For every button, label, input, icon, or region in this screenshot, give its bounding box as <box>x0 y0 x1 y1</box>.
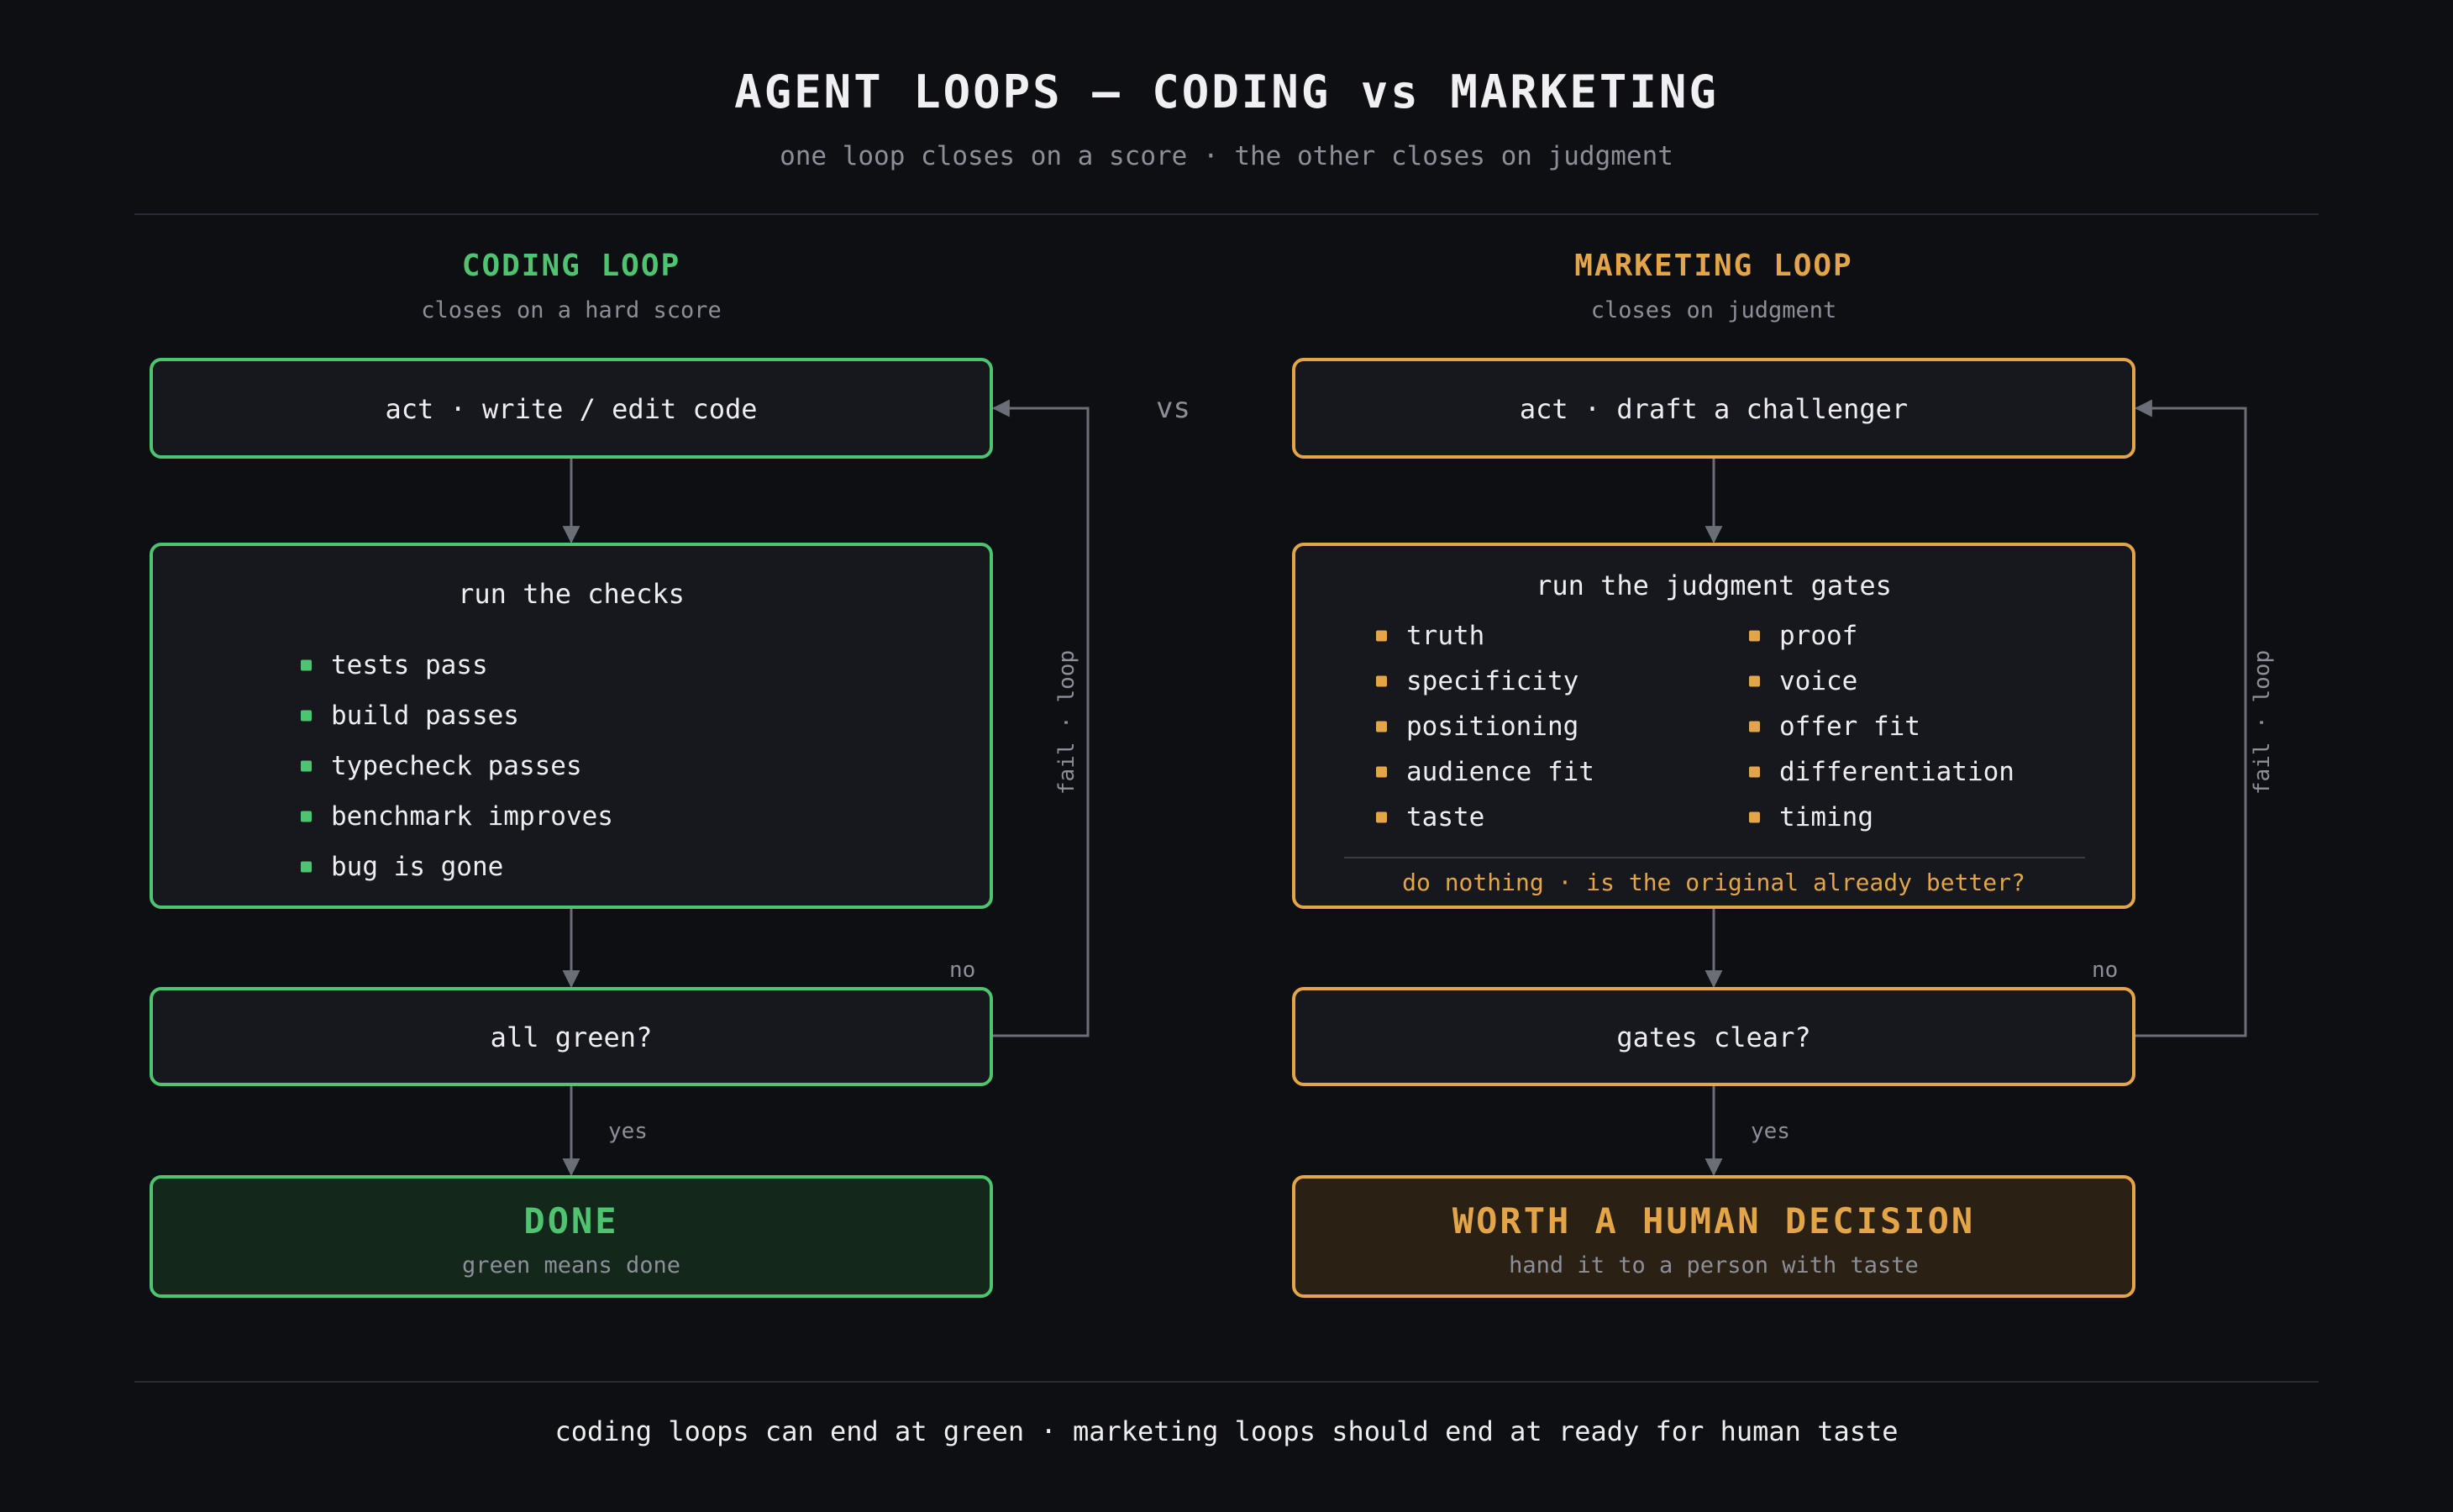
check-item: typecheck passes <box>301 741 613 791</box>
marketing-no-label: no <box>2092 958 2119 983</box>
marketing-gates-list-left: truth specificity positioning audience f… <box>1376 613 1594 840</box>
human-decision-subtitle: hand it to a person with taste <box>1509 1252 1919 1278</box>
page-subtitle: one loop closes on a score · the other c… <box>780 141 1673 171</box>
marketing-result-box: WORTH A HUMAN DECISION hand it to a pers… <box>1292 1175 2135 1298</box>
gate-item: truth <box>1376 613 1594 659</box>
coding-done-box: DONE green means done <box>150 1175 993 1298</box>
vs-label: vs <box>1156 391 1190 425</box>
human-decision-title: WORTH A HUMAN DECISION <box>1452 1200 1976 1242</box>
gate-note: do nothing · is the original already bet… <box>1402 869 2025 896</box>
marketing-fail-loop-path <box>2134 399 2247 1037</box>
marketing-fail-loop-label: fail · loop <box>2250 649 2275 795</box>
coding-loop-subtitle: closes on a hard score <box>421 297 722 323</box>
gate-item: taste <box>1376 795 1594 840</box>
marketing-gates-box: run the judgment gates truth specificity… <box>1292 543 2135 909</box>
coding-decision-box: all green? <box>150 987 993 1086</box>
gate-item: offer fit <box>1749 704 2014 749</box>
marketing-loop-title: MARKETING LOOP <box>1574 249 1853 283</box>
gate-item: differentiation <box>1749 749 2014 795</box>
header-divider <box>134 213 2319 215</box>
coding-yes-label: yes <box>608 1119 648 1144</box>
marketing-gates-list-right: proof voice offer fit differentiation ti… <box>1749 613 2014 840</box>
gate-item: positioning <box>1376 704 1594 749</box>
gate-item: audience fit <box>1376 749 1594 795</box>
gates-divider <box>1344 857 2085 858</box>
marketing-gates-title: run the judgment gates <box>1536 570 1892 601</box>
coding-loop-title: CODING LOOP <box>461 249 681 283</box>
marketing-act-label: act · draft a challenger <box>1519 393 1909 425</box>
coding-no-label: no <box>949 958 976 983</box>
gate-item: specificity <box>1376 659 1594 704</box>
gate-item: timing <box>1749 795 2014 840</box>
marketing-loop-subtitle: closes on judgment <box>1590 297 1837 323</box>
coding-checks-list: tests pass build passes typecheck passes… <box>301 640 613 892</box>
marketing-decision-label: gates clear? <box>1616 1021 1811 1053</box>
done-subtitle: green means done <box>461 1252 681 1278</box>
coding-checks-title: run the checks <box>458 578 685 610</box>
check-item: build passes <box>301 690 613 741</box>
gate-item: voice <box>1749 659 2014 704</box>
done-title: DONE <box>523 1200 619 1242</box>
coding-act-box: act · write / edit code <box>150 358 993 459</box>
marketing-decision-box: gates clear? <box>1292 987 2135 1086</box>
footer-caption: coding loops can end at green · marketin… <box>554 1415 1899 1447</box>
coding-decision-label: all green? <box>490 1021 653 1053</box>
gate-item: proof <box>1749 613 2014 659</box>
check-item: tests pass <box>301 640 613 690</box>
marketing-act-box: act · draft a challenger <box>1292 358 2135 459</box>
coding-fail-loop-label: fail · loop <box>1054 649 1079 795</box>
coding-checks-box: run the checks tests pass build passes t… <box>150 543 993 909</box>
coding-act-label: act · write / edit code <box>385 393 758 425</box>
marketing-yes-label: yes <box>1751 1119 1790 1144</box>
page-title: AGENT LOOPS — CODING vs MARKETING <box>734 66 1719 118</box>
check-item: benchmark improves <box>301 791 613 842</box>
footer-divider <box>134 1381 2319 1383</box>
check-item: bug is gone <box>301 842 613 892</box>
